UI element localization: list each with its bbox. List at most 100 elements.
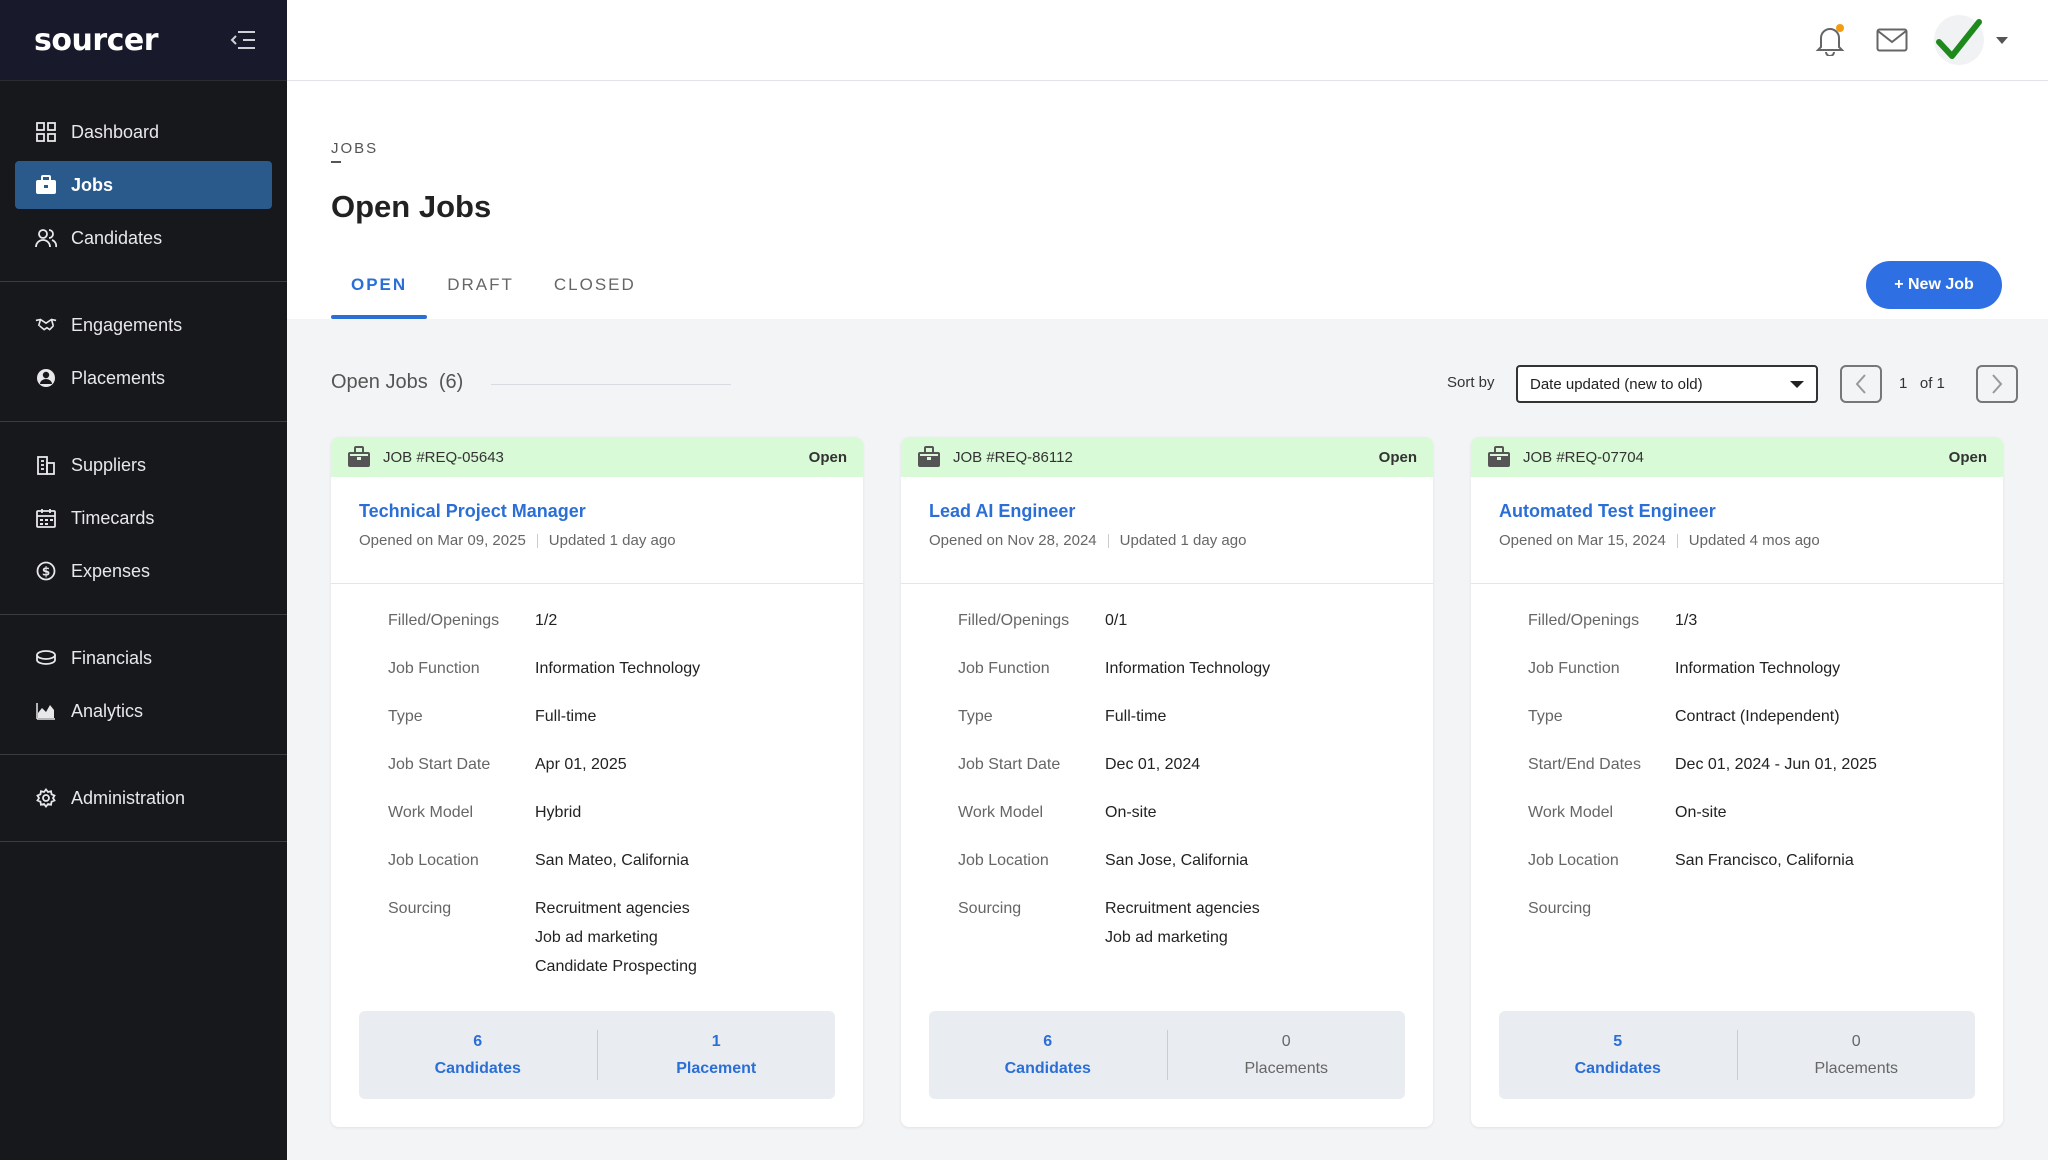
detail-values: Information Technology — [1105, 654, 1270, 683]
sidebar-group: Dashboard Jobs Candidates — [0, 81, 287, 282]
area-chart-icon — [35, 700, 57, 722]
chevron-right-icon — [1992, 374, 2003, 394]
account-menu-caret-icon[interactable] — [1996, 36, 2008, 44]
sidebar-item-label: Dashboard — [71, 121, 160, 142]
job-details: Filled/Openings 0/1 Job Function Informatio… — [901, 584, 1433, 952]
job-meta: Opened on Mar 09, 2025 Updated 1 day ago — [359, 532, 835, 549]
handshake-icon — [35, 314, 57, 336]
sidebar-item-label: Candidates — [71, 227, 163, 248]
new-job-button[interactable]: + New Job — [1866, 261, 2002, 309]
job-id: JOB #REQ-86112 — [953, 448, 1073, 466]
tab-open[interactable]: OPEN — [331, 259, 428, 319]
job-title-link[interactable]: Technical Project Manager — [359, 501, 586, 522]
sidebar: sourcer Dashboard Jobs Candidates Engagemen… — [0, 0, 287, 1160]
status-badge: Open — [808, 448, 847, 466]
detail-value: Dec 01, 2024 - Jun 01, 2025 — [1675, 756, 1877, 773]
detail-value: Full-time — [535, 708, 597, 725]
sidebar-item-engagements[interactable]: Engagements — [15, 301, 272, 349]
gear-icon — [35, 787, 57, 809]
detail-label: Type — [1528, 708, 1563, 725]
section-title: Open Jobs (6) — [331, 371, 464, 393]
sort-select[interactable]: Date updated (new to old) — [1516, 365, 1818, 403]
candidates-link[interactable]: 6 Candidates — [929, 1033, 1167, 1078]
sidebar-item-label: Administration — [71, 787, 186, 808]
sidebar-item-financials[interactable]: Financials — [15, 634, 272, 682]
detail-values: Dec 01, 2024 - Jun 01, 2025 — [1675, 750, 1877, 779]
detail-value: Contract (Independent) — [1675, 708, 1840, 725]
pagination-text: 1 of 1 — [1899, 375, 1945, 392]
detail-value: Information Technology — [535, 660, 701, 677]
detail-value: Information Technology — [1105, 660, 1271, 677]
briefcase-icon — [35, 174, 57, 196]
detail-value: San Mateo, California — [535, 852, 689, 869]
detail-label: Job Location — [958, 852, 1049, 869]
detail-row: Job Location San Mateo, California — [388, 846, 806, 875]
detail-value: 0/1 — [1105, 612, 1128, 629]
detail-row: Filled/Openings 1/3 — [1528, 606, 1946, 635]
checkmark-icon — [1936, 19, 1982, 59]
svg-text:$: $ — [42, 565, 50, 579]
sidebar-item-candidates[interactable]: Candidates — [15, 214, 272, 262]
sidebar-item-label: Suppliers — [71, 454, 147, 475]
job-status-tabs: OPEN DRAFT CLOSED — [331, 259, 656, 319]
placements-label: Placements — [1244, 1059, 1329, 1077]
detail-label: Job Location — [1528, 852, 1619, 869]
sidebar-item-label: Engagements — [71, 314, 183, 335]
placements-link[interactable]: 1 Placement — [598, 1033, 836, 1078]
bell-icon[interactable] — [1810, 20, 1850, 60]
job-title-link[interactable]: Automated Test Engineer — [1499, 501, 1716, 522]
candidates-link[interactable]: 5 Candidates — [1499, 1033, 1737, 1078]
sidebar-group: Administration — [0, 755, 287, 842]
sort-select-value: Date updated (new to old) — [1530, 375, 1703, 393]
status-badge: Open — [1378, 448, 1417, 466]
sidebar-item-label: Jobs — [71, 174, 114, 195]
collapse-sidebar-icon[interactable] — [229, 28, 257, 52]
detail-value: Job ad marketing — [1105, 929, 1228, 946]
detail-values: Full-time — [535, 702, 596, 731]
sidebar-item-label: Expenses — [71, 560, 151, 581]
briefcase-icon — [917, 446, 943, 468]
job-card-header: JOB #REQ-86112 Open — [901, 437, 1433, 477]
detail-value: San Jose, California — [1105, 852, 1249, 869]
job-title-link[interactable]: Lead AI Engineer — [929, 501, 1075, 522]
sidebar-item-administration[interactable]: Administration — [15, 774, 272, 822]
updated-date: Updated 1 day ago — [1119, 532, 1247, 549]
sidebar-item-analytics[interactable]: Analytics — [15, 687, 272, 735]
sidebar-item-suppliers[interactable]: Suppliers — [15, 441, 272, 489]
detail-value: Candidate Prospecting — [535, 958, 697, 975]
job-details: Filled/Openings 1/2 Job Function Informatio… — [331, 584, 863, 981]
page-title: Open Jobs — [331, 189, 492, 224]
dollar-circle-icon: $ — [35, 560, 57, 582]
avatar[interactable] — [1934, 15, 1984, 65]
tab-draft[interactable]: DRAFT — [427, 259, 534, 319]
tab-closed[interactable]: CLOSED — [534, 259, 656, 319]
next-page-button[interactable] — [1976, 365, 2018, 403]
detail-value: Full-time — [1105, 708, 1167, 725]
detail-label: Job Start Date — [388, 756, 491, 773]
page-header: JOBS Open Jobs OPEN DRAFT CLOSED + New J… — [287, 81, 2048, 319]
detail-label: Sourcing — [958, 900, 1022, 917]
detail-value: On-site — [1105, 804, 1157, 821]
sidebar-item-timecards[interactable]: Timecards — [15, 494, 272, 542]
meta-separator — [536, 533, 538, 548]
detail-row: Job Location San Francisco, California — [1528, 846, 1946, 875]
detail-label: Work Model — [958, 804, 1044, 821]
prev-page-button[interactable] — [1840, 365, 1882, 403]
top-bar — [287, 0, 2048, 81]
sidebar-item-dashboard[interactable]: Dashboard — [15, 108, 272, 156]
calendar-icon — [35, 507, 57, 529]
candidates-link[interactable]: 6 Candidates — [359, 1033, 597, 1078]
placements-label: Placement — [676, 1059, 757, 1077]
placements-count: 1 — [711, 1032, 721, 1050]
sidebar-item-expenses[interactable]: $ Expenses — [15, 547, 272, 595]
breadcrumb[interactable]: JOBS — [331, 140, 378, 157]
brand-logo[interactable]: sourcer — [34, 23, 159, 58]
briefcase-icon — [347, 446, 373, 468]
mail-icon[interactable] — [1872, 20, 1912, 60]
job-card: JOB #REQ-07704 Open Automated Test Enginee… — [1471, 437, 2003, 1127]
sort-by-label: Sort by — [1447, 374, 1495, 391]
sidebar-item-placements[interactable]: Placements — [15, 354, 272, 402]
detail-values: San Francisco, California — [1675, 846, 1854, 875]
detail-row: Start/End Dates Dec 01, 2024 - Jun 01, 20… — [1528, 750, 1946, 779]
sidebar-item-jobs[interactable]: Jobs — [15, 161, 272, 209]
